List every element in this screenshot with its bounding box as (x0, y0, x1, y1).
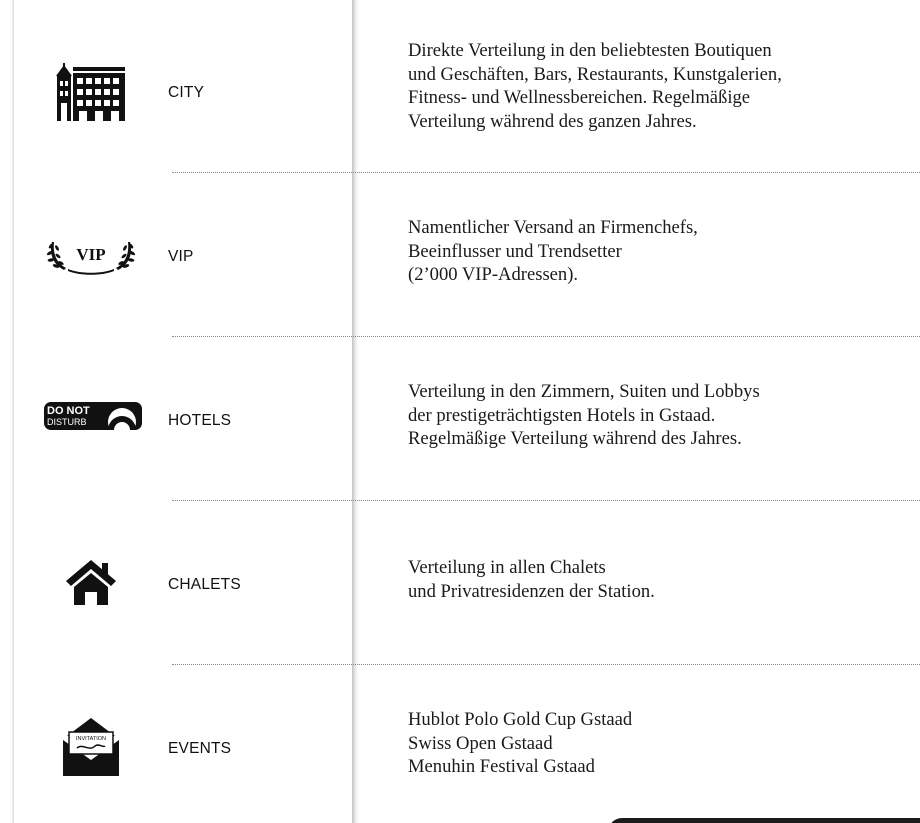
category-description: Namentlicher Versand an Firmenchefs, Bee… (408, 216, 920, 287)
distribution-row-events: INVITATION EVENTS Hublot Polo Gold Cup G… (0, 666, 920, 823)
category-label: CHALETS (168, 576, 241, 593)
distribution-row-hotels: DO NOT DISTURB HOTELS Verteilung in den … (0, 338, 920, 502)
vip-icon-text: VIP (76, 245, 105, 264)
vip-laurel-icon: VIP (36, 221, 146, 291)
category-description: Verteilung in den Zimmern, Suiten und Lo… (408, 380, 920, 451)
distribution-row-city: CITY Direkte Verteilung in den beliebtes… (0, 10, 920, 174)
category-description: Direkte Verteilung in den beliebtesten B… (408, 39, 920, 133)
category-label: HOTELS (168, 412, 232, 429)
invitation-icon-text: INVITATION (76, 736, 106, 742)
house-icon (36, 547, 146, 617)
description-line: Hublot Polo Gold Cup Gstaad (408, 709, 633, 730)
description-line: und Geschäften, Bars, Restaurants, Kunst… (408, 63, 782, 85)
description-line: und Privatresidenzen der Station. (408, 580, 655, 602)
description-line: Fitness- und Wellnessbereichen. Regelmäß… (408, 87, 751, 108)
description-line: Regelmäßige Verteilung während des Jahre… (408, 428, 742, 449)
dnd-line-2: DISTURB (47, 417, 87, 427)
description-line: Verteilung während des ganzen Jahres. (408, 110, 697, 132)
invitation-envelope-icon: INVITATION (36, 712, 146, 782)
do-not-disturb-sign-icon: DO NOT DISTURB (36, 381, 146, 451)
description-line: Beeinflusser und Trendsetter (408, 240, 622, 262)
category-label: EVENTS (168, 740, 232, 757)
description-line: (2’000 VIP-Adressen). (408, 264, 579, 285)
distribution-row-vip: VIP VIP Namentlicher Versand an Firmench… (0, 174, 920, 338)
row-divider (172, 172, 920, 173)
city-buildings-icon (36, 57, 146, 127)
description-line: der prestigeträchtigsten Hotels in Gstaa… (408, 404, 716, 426)
description-line: Swiss Open Gstaad (408, 732, 553, 754)
description-line: Verteilung in den Zimmern, Suiten und Lo… (408, 381, 760, 402)
description-line: Verteilung in allen Chalets (408, 557, 606, 578)
distribution-row-chalets: CHALETS Verteilung in allen Chalets und … (0, 502, 920, 666)
category-label: CITY (168, 84, 205, 101)
description-line: Direkte Verteilung in den beliebtesten B… (408, 40, 772, 61)
row-divider (172, 664, 920, 665)
description-line: Menuhin Festival Gstaad (408, 756, 595, 777)
row-divider (172, 336, 920, 337)
category-description: Verteilung in allen Chalets und Privatre… (408, 556, 920, 603)
description-line: Namentlicher Versand an Firmenchefs, (408, 217, 698, 238)
category-label: VIP (168, 248, 194, 265)
dnd-line-1: DO NOT (47, 405, 90, 417)
category-description: Hublot Polo Gold Cup Gstaad Swiss Open G… (408, 708, 920, 779)
row-divider (172, 500, 920, 501)
